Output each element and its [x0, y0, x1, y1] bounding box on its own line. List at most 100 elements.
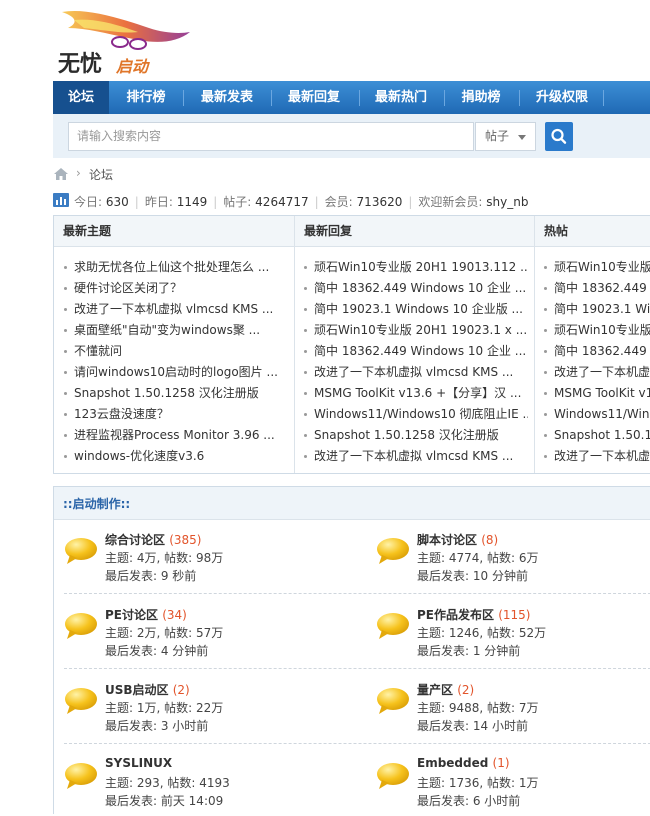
forum-section: ::启动制作:: 综合讨论区 (385) 主题: 4万, 帖数: 98万 最后发表:… [53, 486, 650, 814]
new-topic-link[interactable]: 123云盘没速度？ [64, 404, 288, 425]
nav-item-latest-replies[interactable]: 最新回复 [275, 81, 353, 114]
forum-name-link[interactable]: SYSLINUX [105, 756, 172, 770]
forum-bubble-icon[interactable] [64, 537, 98, 565]
latest-reply-link[interactable]: 简中 19023.1 Windows 10 企业版 ... [304, 299, 528, 320]
forum-last-post[interactable]: 最后发表: 9 秒前 [105, 567, 196, 584]
hot-topic-link[interactable]: Windows11/Windo [544, 404, 650, 425]
forum-name[interactable]: 量产区 [417, 683, 453, 697]
forum-stats: 今日: 630 | 昨日: 1149 | 帖子: 4264717 | 会员: 713620 |… [74, 193, 528, 210]
forum-name[interactable]: SYSLINUX [105, 756, 172, 770]
row-divider [64, 743, 650, 744]
forum-item: PE讨论区 (34) 主题: 2万, 帖数: 57万 最后发表: 4 分钟前 [64, 606, 314, 666]
forum-bubble-icon[interactable] [64, 762, 98, 790]
newest-member-link[interactable]: shy_nb [486, 195, 528, 209]
latest-reply-link[interactable]: Snapshot 1.50.1258 汉化注册版 [304, 425, 528, 446]
nav-item-latest-hot[interactable]: 最新热门 [362, 81, 440, 114]
forum-name[interactable]: 脚本讨论区 [417, 533, 477, 547]
forum-new-count: (115) [498, 608, 531, 622]
new-topic-link[interactable]: 改进了一下本机虚拟 vlmcsd KMS ... [64, 299, 288, 320]
hot-topic-link[interactable]: Snapshot 1.50.125 [544, 425, 650, 446]
forum-bubble-icon[interactable] [376, 537, 410, 565]
latest-reply-link[interactable]: 简中 18362.449 Windows 10 企业 ... [304, 341, 528, 362]
forum-item: 量产区 (2) 主题: 9488, 帖数: 7万 最后发表: 14 小时前 [376, 681, 626, 741]
new-topic-link[interactable]: Snapshot 1.50.1258 汉化注册版 [64, 383, 288, 404]
forum-name-link[interactable]: 量产区 (2) [417, 681, 474, 698]
hot-topic-link[interactable]: MSMG ToolKit v13 [544, 383, 650, 404]
forum-name[interactable]: 综合讨论区 [105, 533, 165, 547]
hot-topic-link[interactable]: 简中 18362.449 W [544, 278, 650, 299]
row-divider [64, 593, 650, 594]
forum-bubble-icon[interactable] [64, 687, 98, 715]
forum-name[interactable]: PE讨论区 [105, 608, 158, 622]
site-logo[interactable]: 无忧 启动 [54, 6, 194, 78]
latest-reply-link[interactable]: 顽石Win10专业版 20H1 19023.1 x ... [304, 320, 528, 341]
hot-topic-link[interactable]: 改进了一下本机虚 [544, 362, 650, 383]
hot-topic-link[interactable]: 简中 19023.1 Win [544, 299, 650, 320]
new-topic-link[interactable]: 桌面壁纸"自动"变为windows聚 ... [64, 320, 288, 341]
forum-name-link[interactable]: 综合讨论区 (385) [105, 531, 201, 548]
forum-name[interactable]: Embedded [417, 756, 488, 770]
new-topic-link[interactable]: 求助无忧各位上仙这个批处理怎么 ... [64, 257, 288, 278]
latest-reply-link[interactable]: 简中 18362.449 Windows 10 企业 ... [304, 278, 528, 299]
hot-topic-link[interactable]: 顽石Win10专业版 [544, 320, 650, 341]
forum-name-link[interactable]: USB启动区 (2) [105, 681, 190, 698]
latest-reply-link[interactable]: Windows11/Windows10 彻底阻止IE ... [304, 404, 528, 425]
nav-divider [359, 90, 360, 106]
forum-last-post[interactable]: 最后发表: 1 分钟前 [417, 642, 520, 659]
forum-new-count: (8) [481, 533, 499, 547]
nav-item-ranking[interactable]: 排行榜 [113, 81, 179, 114]
latest-reply-link[interactable]: 改进了一下本机虚拟 vlmcsd KMS ... [304, 446, 528, 467]
new-topic-link[interactable]: 进程监视器Process Monitor 3.96 ... [64, 425, 288, 446]
nav-item-latest-posts[interactable]: 最新发表 [188, 81, 266, 114]
search-scope-select[interactable]: 帖子 [475, 122, 536, 151]
forum-item: 综合讨论区 (385) 主题: 4万, 帖数: 98万 最后发表: 9 秒前 [64, 531, 314, 591]
forum-last-post[interactable]: 最后发表: 前天 14:09 [105, 792, 223, 809]
chevron-down-icon [518, 135, 526, 140]
forum-bubble-icon[interactable] [376, 762, 410, 790]
nav-divider [519, 90, 520, 106]
forum-section-title[interactable]: ::启动制作:: [63, 495, 130, 512]
latest-reply-link[interactable]: 顽石Win10专业版 20H1 19013.112 ... [304, 257, 528, 278]
home-icon[interactable] [53, 167, 69, 181]
stats-yesterday-label: 昨日: [144, 195, 173, 209]
col-title-hot-topics: 热帖 [544, 224, 569, 238]
stats-yesterday: 1149 [176, 195, 208, 209]
forum-item: 脚本讨论区 (8) 主题: 4774, 帖数: 6万 最后发表: 10 分钟前 [376, 531, 626, 591]
topic-panel: 最新主题 最新回复 热帖 求助无忧各位上仙这个批处理怎么 ... 硬件讨论区关闭了… [53, 215, 650, 474]
latest-reply-link[interactable]: 改进了一下本机虚拟 vlmcsd KMS ... [304, 362, 528, 383]
stats-today: 630 [105, 195, 129, 209]
forum-last-post[interactable]: 最后发表: 3 小时前 [105, 717, 208, 734]
forum-stats: 主题: 1246, 帖数: 52万 [417, 626, 547, 640]
col-title-latest-replies: 最新回复 [304, 224, 353, 238]
forum-bubble-icon[interactable] [376, 687, 410, 715]
forum-name-link[interactable]: 脚本讨论区 (8) [417, 531, 498, 548]
new-topic-link[interactable]: 请问windows10启动时的logo图片 ... [64, 362, 288, 383]
latest-reply-link[interactable]: MSMG ToolKit v13.6 +【分享】汉 ... [304, 383, 528, 404]
hot-topic-link[interactable]: 简中 18362.449 W [544, 341, 650, 362]
new-topic-link[interactable]: 不懂就问 [64, 341, 288, 362]
hot-topic-link[interactable]: 顽石Win10专业版 [544, 257, 650, 278]
forum-last-post[interactable]: 最后发表: 10 分钟前 [417, 567, 528, 584]
column-divider [534, 216, 535, 473]
forum-name[interactable]: PE作品发布区 [417, 608, 494, 622]
forum-bubble-icon[interactable] [376, 612, 410, 640]
search-input[interactable]: 请输入搜索内容 [68, 122, 474, 151]
forum-name-link[interactable]: PE讨论区 (34) [105, 606, 187, 623]
new-topic-link[interactable]: 硬件讨论区关闭了？ [64, 278, 288, 299]
forum-name-link[interactable]: PE作品发布区 (115) [417, 606, 530, 623]
forum-last-post[interactable]: 最后发表: 6 小时前 [417, 792, 520, 809]
nav-item-donors[interactable]: 捐助榜 [450, 81, 512, 114]
search-button[interactable] [545, 122, 573, 151]
forum-last-post[interactable]: 最后发表: 14 小时前 [417, 717, 528, 734]
forum-last-post[interactable]: 最后发表: 4 分钟前 [105, 642, 208, 659]
forum-name-link[interactable]: Embedded (1) [417, 756, 510, 770]
nav-item-upgrade[interactable]: 升级权限 [524, 81, 600, 114]
new-topic-link[interactable]: windows-优化速度v3.6 [64, 446, 288, 467]
nav-item-forum[interactable]: 论坛 [53, 81, 109, 114]
forum-name[interactable]: USB启动区 [105, 683, 169, 697]
stats-chart-icon [53, 193, 69, 207]
breadcrumb-current[interactable]: 论坛 [89, 166, 113, 183]
forum-bubble-icon[interactable] [64, 612, 98, 640]
latest-replies-list: 顽石Win10专业版 20H1 19013.112 ... 简中 18362.44… [304, 257, 528, 467]
hot-topic-link[interactable]: 改进了一下本机虚 [544, 446, 650, 467]
